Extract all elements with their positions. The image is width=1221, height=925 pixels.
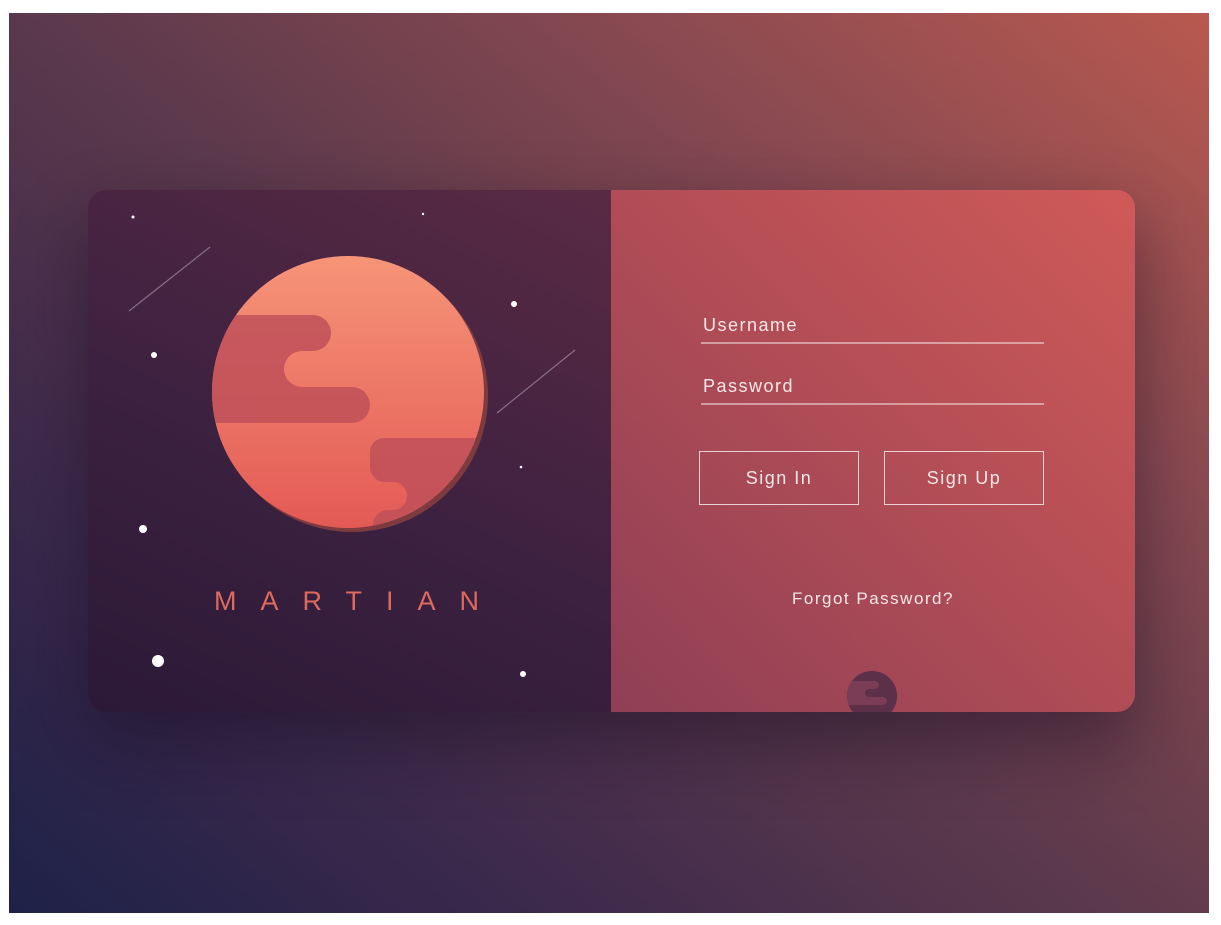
login-form-panel: Sign In Sign Up Forgot Password?: [611, 190, 1135, 712]
brand-panel: MARTIAN: [88, 190, 611, 712]
background: MARTIAN Sign In Sign Up Forgot Password?: [9, 13, 1209, 913]
sign-in-button[interactable]: Sign In: [699, 451, 859, 505]
mars-planet-icon: [212, 256, 488, 532]
space-illustration: [128, 212, 576, 677]
brand-title: MARTIAN: [213, 586, 503, 616]
username-field-wrapper: [701, 308, 1044, 344]
login-card: MARTIAN Sign In Sign Up Forgot Password?: [88, 190, 1135, 712]
sign-up-button[interactable]: Sign Up: [884, 451, 1044, 505]
password-field-wrapper: [701, 369, 1044, 405]
password-input[interactable]: [701, 369, 1044, 403]
small-planet-icon: [847, 671, 897, 712]
forgot-password-link[interactable]: Forgot Password?: [611, 589, 1135, 609]
username-input[interactable]: [701, 308, 1044, 342]
